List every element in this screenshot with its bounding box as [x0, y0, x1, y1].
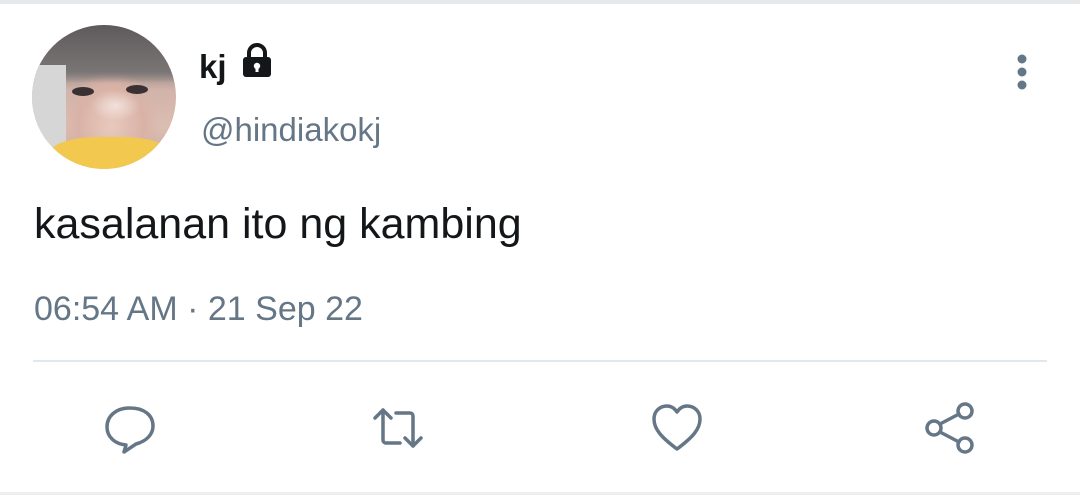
tweet-text: kasalanan ito ng kambing	[34, 200, 522, 248]
reply-icon[interactable]	[102, 400, 158, 456]
handle[interactable]: @hindiakokj	[201, 110, 381, 150]
avatar[interactable]	[32, 25, 176, 169]
avatar-eye-right	[126, 85, 148, 94]
meta-separator: ·	[177, 290, 208, 328]
avatar-shirt	[50, 137, 170, 169]
top-border	[0, 0, 1080, 4]
more-vertical-icon[interactable]	[1002, 52, 1042, 92]
retweet-icon[interactable]	[370, 400, 426, 456]
divider	[33, 360, 1047, 362]
tweet-time: 06:54 AM	[34, 290, 178, 328]
tweet-date: 21 Sep 22	[207, 290, 363, 328]
like-icon[interactable]	[649, 400, 705, 456]
lock-icon	[240, 42, 274, 80]
avatar-eye-left	[72, 87, 94, 96]
display-name[interactable]: kj	[199, 47, 227, 87]
timestamp[interactable]: 06:54 AM · 21 Sep 22	[34, 288, 363, 330]
share-icon[interactable]	[922, 400, 978, 456]
